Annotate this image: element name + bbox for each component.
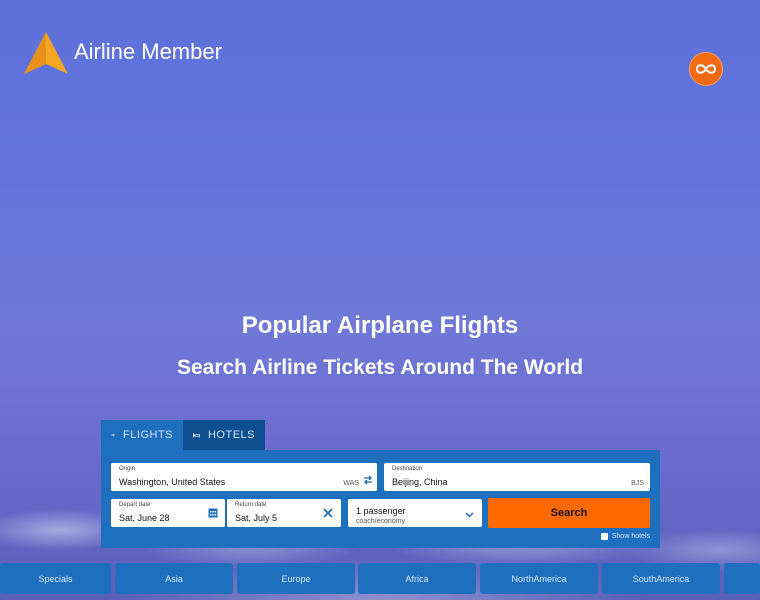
tab-flights[interactable]: FLIGHTS — [101, 420, 183, 450]
depart-value: Sat, June 28 — [119, 513, 170, 523]
tab-label: HOTELS — [207, 429, 255, 441]
checkbox[interactable] — [600, 533, 608, 540]
return-label: Return date — [235, 502, 267, 508]
region-northamerica[interactable]: NorthAmerica — [480, 563, 598, 594]
chevron-down-icon — [465, 512, 474, 518]
region-africa[interactable]: Africa — [358, 563, 476, 594]
region-asia[interactable]: Asia — [115, 563, 233, 594]
destination-field[interactable]: Destination Beijing, China BJS — [384, 463, 650, 491]
passenger-count: 1 passenger — [356, 506, 406, 516]
destination-label: Destination — [392, 466, 423, 472]
cabin-class: coach/economy — [356, 518, 406, 525]
show-hotels-label: Show hotels — [611, 533, 650, 540]
origin-code: WAS — [343, 480, 359, 487]
region-specials[interactable]: Specials — [0, 563, 111, 594]
region-more[interactable] — [724, 563, 760, 594]
brand-logo[interactable]: Airline Member — [22, 30, 222, 78]
show-hotels-toggle[interactable]: Show hotels — [600, 533, 650, 540]
origin-label: Origin — [119, 466, 136, 472]
tab-label: FLIGHTS — [123, 429, 173, 441]
swap-icon[interactable] — [363, 475, 373, 485]
region-europe[interactable]: Europe — [237, 563, 355, 594]
bed-icon — [193, 433, 200, 438]
destination-code: BJS — [631, 480, 644, 487]
brand-name: Airline Member — [74, 39, 222, 64]
airplane-logo-icon — [24, 32, 68, 74]
infinity-button[interactable] — [689, 52, 723, 86]
hero-subtitle: Search Airline Tickets Around The World — [176, 356, 584, 379]
tab-hotels[interactable]: HOTELS — [183, 420, 265, 450]
infinity-icon — [695, 64, 717, 74]
calendar-icon[interactable] — [208, 507, 218, 518]
depart-label: Depart date — [119, 502, 151, 508]
hero-title: Popular Airplane Flights — [241, 312, 519, 339]
passenger-select[interactable]: 1 passenger coach/economy — [348, 499, 482, 527]
region-southamerica[interactable]: SouthAmerica — [602, 563, 720, 594]
depart-date-field[interactable]: Depart date Sat, June 28 — [111, 499, 225, 527]
search-tabs: FLIGHTS HOTELS — [101, 420, 265, 450]
airplane-icon — [111, 433, 115, 437]
origin-value: Washington, United States — [119, 477, 226, 487]
origin-field[interactable]: Origin Washington, United States WAS — [111, 463, 377, 491]
return-date-field[interactable]: Return date Sat, July 5 — [227, 499, 341, 527]
search-panel: Origin Washington, United States WAS Des… — [101, 450, 660, 548]
region-nav: Specials Asia Europe Africa NorthAmerica… — [0, 563, 760, 594]
return-value: Sat, July 5 — [235, 513, 278, 523]
destination-value: Beijing, China — [392, 477, 448, 487]
search-button[interactable]: Search — [488, 498, 650, 528]
close-icon[interactable] — [323, 508, 333, 518]
